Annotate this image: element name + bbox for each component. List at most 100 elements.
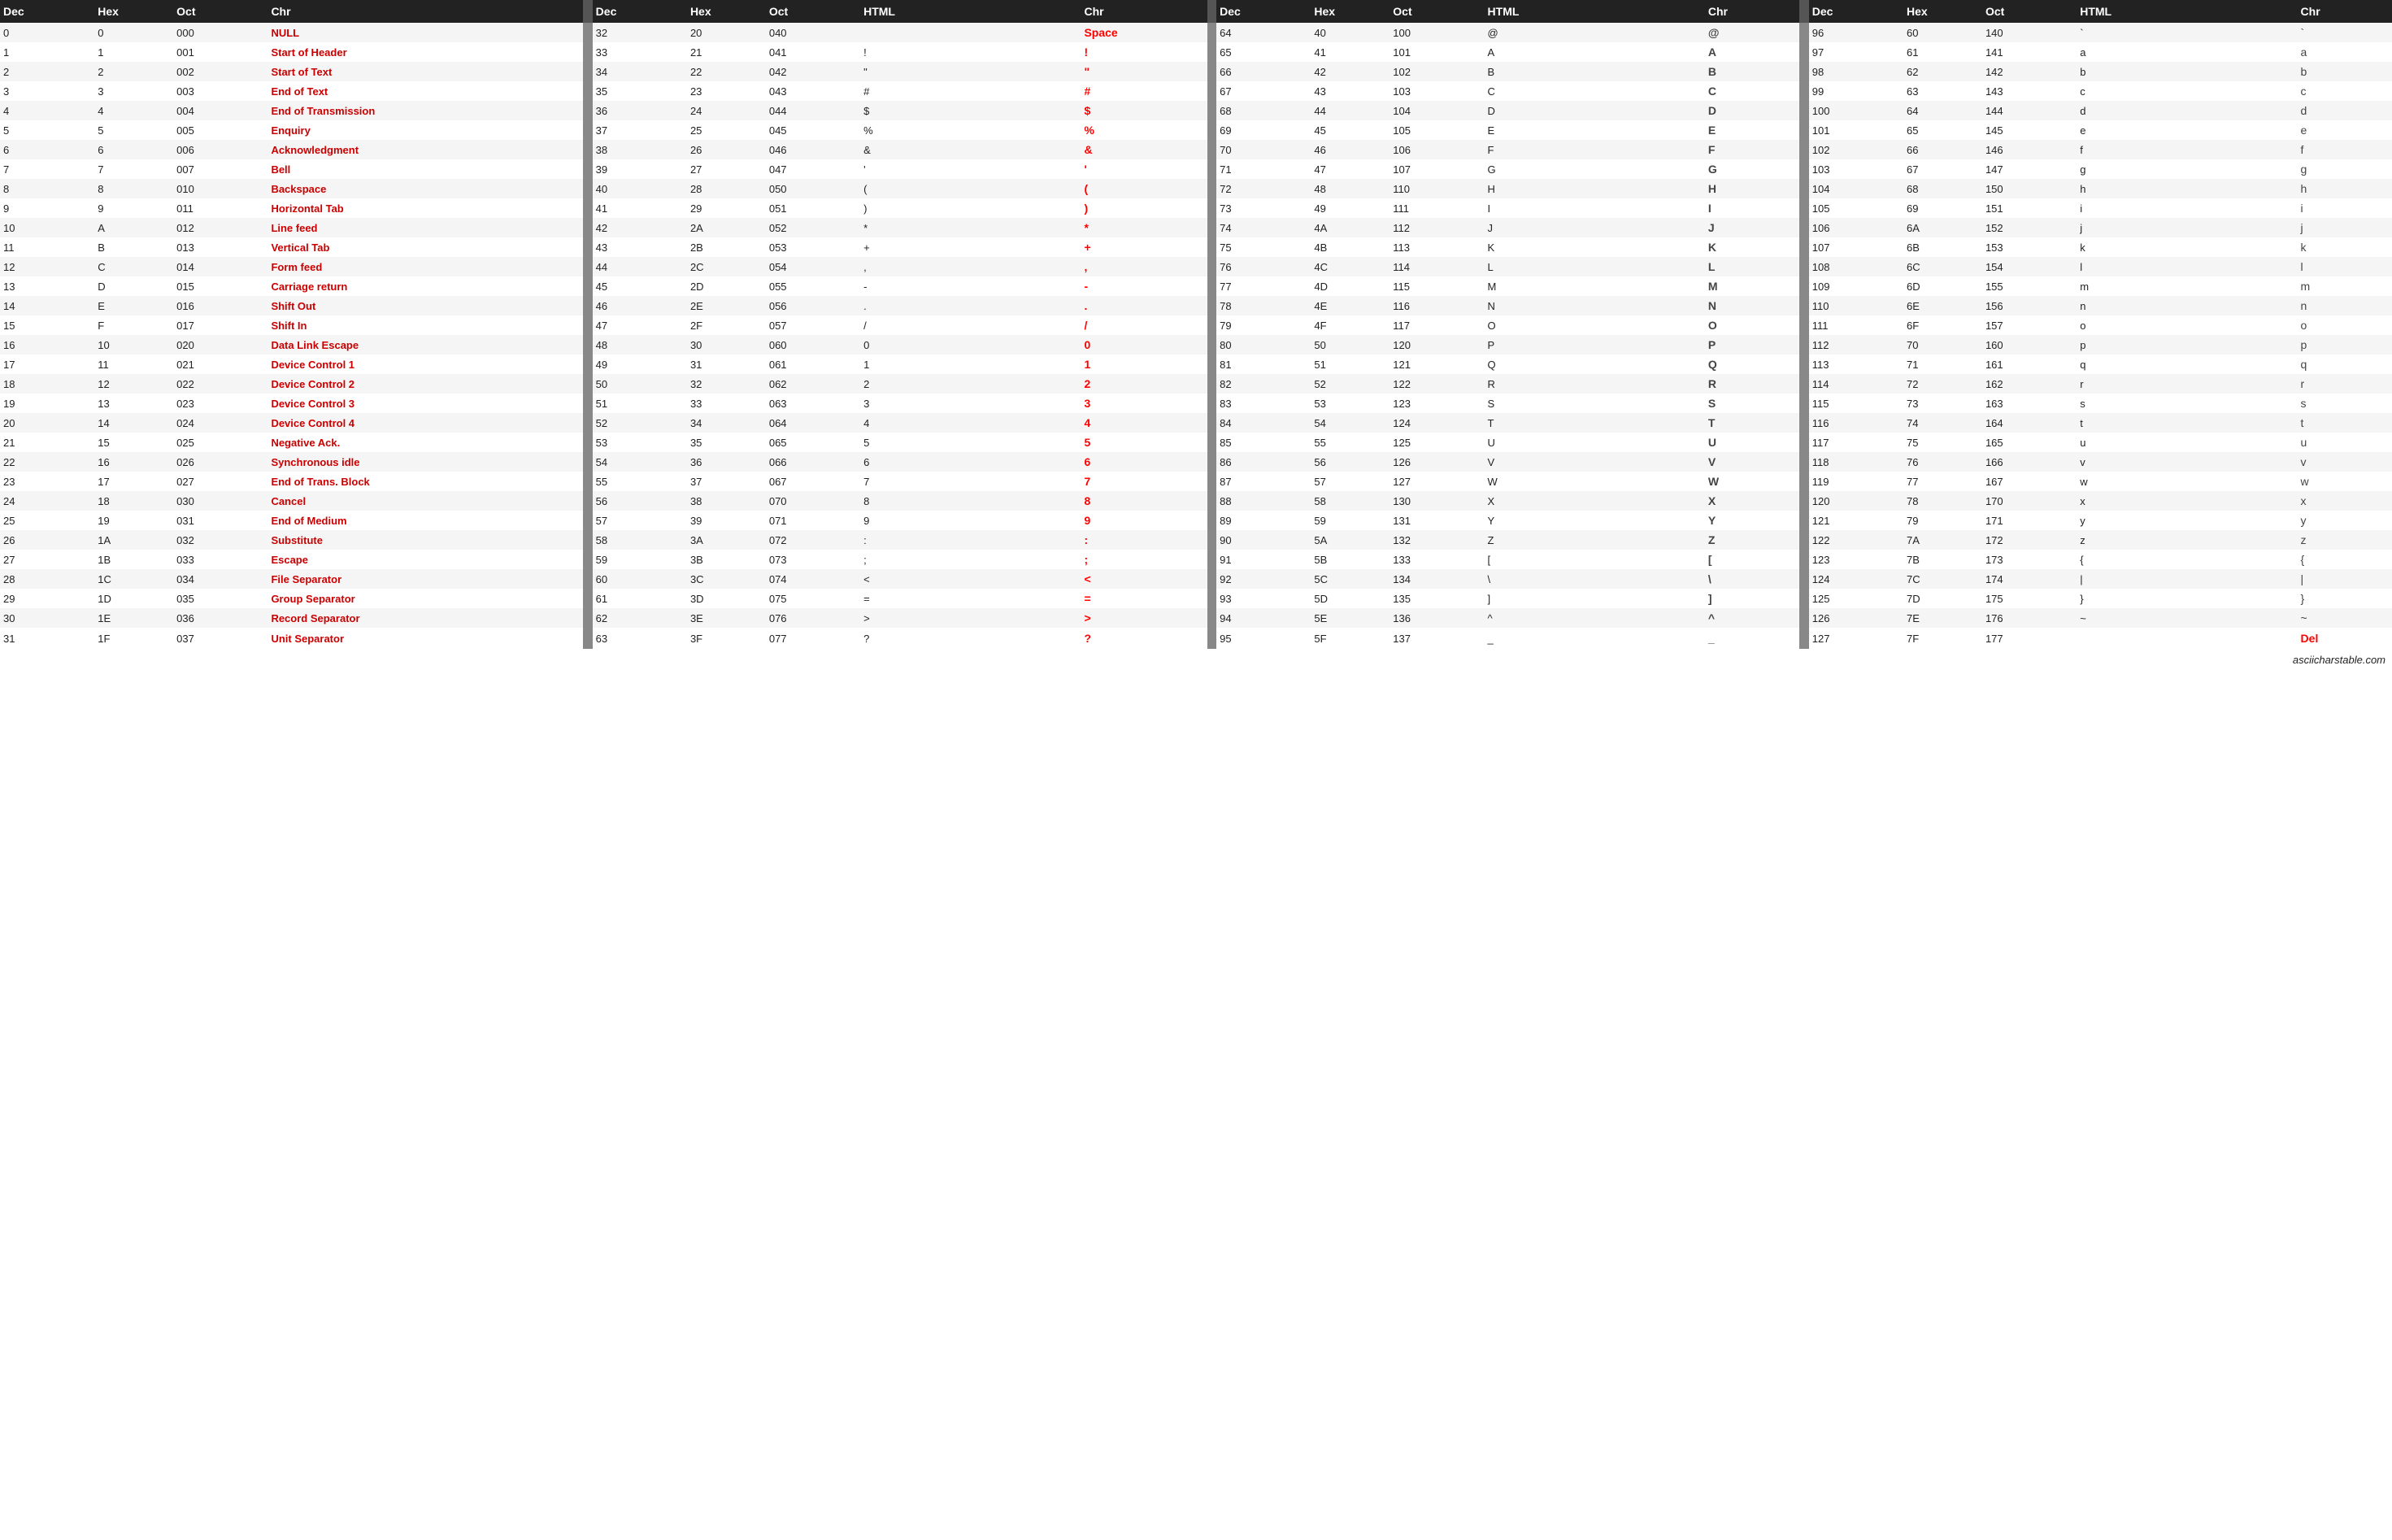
cell-html2: /	[860, 315, 1081, 335]
cell-oct3: 103	[1390, 81, 1484, 101]
cell-chr2: 7	[1081, 472, 1207, 491]
separator-cell2	[1207, 81, 1217, 101]
cell-name1: Backspace	[267, 179, 583, 198]
cell-hex4: 7B	[1903, 550, 1982, 569]
cell-name1: Vertical Tab	[267, 237, 583, 257]
cell-html3: ]	[1485, 589, 1705, 608]
cell-name1: End of Text	[267, 81, 583, 101]
table-row: 2317027End of Trans. Block55370677787571…	[0, 472, 2392, 491]
cell-oct1: 010	[173, 179, 267, 198]
cell-chr4: u	[2298, 433, 2392, 452]
cell-oct1: 011	[173, 198, 267, 218]
separator-cell2	[1207, 335, 1217, 355]
cell-chr4: n	[2298, 296, 2392, 315]
separator-cell3	[1799, 159, 1809, 179]
cell-html2: 1	[860, 355, 1081, 374]
cell-html2	[860, 23, 1081, 42]
cell-html3: Y	[1485, 511, 1705, 530]
table-row: 22002Start of Text3422042""6642102BB9862…	[0, 62, 2392, 81]
cell-html3: D	[1485, 101, 1705, 120]
cell-hex1: 16	[94, 452, 173, 472]
cell-dec1: 18	[0, 374, 94, 394]
cell-html3: F	[1485, 140, 1705, 159]
cell-hex1: B	[94, 237, 173, 257]
cell-oct3: 116	[1390, 296, 1484, 315]
table-header-row: Dec Hex Oct Chr Dec Hex Oct HTML Chr Dec…	[0, 0, 2392, 23]
cell-dec4: 101	[1809, 120, 1903, 140]
cell-oct3: 133	[1390, 550, 1484, 569]
cell-dec1: 30	[0, 608, 94, 628]
cell-hex2: 38	[687, 491, 766, 511]
cell-oct2: 040	[766, 23, 860, 42]
cell-hex1: 0	[94, 23, 173, 42]
header-hex4: Hex	[1903, 0, 1982, 23]
cell-oct4: 150	[1982, 179, 2077, 198]
separator-cell3	[1799, 120, 1809, 140]
cell-name1: Start of Header	[267, 42, 583, 62]
cell-oct4: 165	[1982, 433, 2077, 452]
cell-dec4: 126	[1809, 608, 1903, 628]
cell-oct2: 047	[766, 159, 860, 179]
cell-dec3: 64	[1216, 23, 1311, 42]
separator-cell	[583, 62, 593, 81]
cell-oct2: 074	[766, 569, 860, 589]
cell-name1: Cancel	[267, 491, 583, 511]
separator-cell3	[1799, 296, 1809, 315]
cell-oct3: 123	[1390, 394, 1484, 413]
cell-html2: *	[860, 218, 1081, 237]
cell-dec1: 26	[0, 530, 94, 550]
cell-hex1: 14	[94, 413, 173, 433]
cell-oct4: 160	[1982, 335, 2077, 355]
cell-chr2: -	[1081, 276, 1207, 296]
header-html4: HTML	[2077, 0, 2297, 23]
cell-chr2: ;	[1081, 550, 1207, 569]
cell-hex1: 9	[94, 198, 173, 218]
cell-chr4: Del	[2298, 628, 2392, 649]
cell-hex1: 12	[94, 374, 173, 394]
cell-chr2: $	[1081, 101, 1207, 120]
cell-oct1: 002	[173, 62, 267, 81]
separator-cell3	[1799, 608, 1809, 628]
cell-oct1: 022	[173, 374, 267, 394]
cell-oct3: 125	[1390, 433, 1484, 452]
cell-oct2: 055	[766, 276, 860, 296]
cell-html3: T	[1485, 413, 1705, 433]
cell-oct3: 127	[1390, 472, 1484, 491]
cell-hex2: 2A	[687, 218, 766, 237]
table-row: 261A032Substitute583A072::905A132ZZ1227A…	[0, 530, 2392, 550]
cell-html2: 0	[860, 335, 1081, 355]
separator-cell2	[1207, 296, 1217, 315]
cell-oct2: 062	[766, 374, 860, 394]
separator-cell	[583, 530, 593, 550]
cell-hex2: 3F	[687, 628, 766, 649]
cell-dec2: 49	[593, 355, 687, 374]
cell-dec1: 4	[0, 101, 94, 120]
cell-hex3: 4A	[1311, 218, 1390, 237]
cell-hex4: 70	[1903, 335, 1982, 355]
cell-oct4: 174	[1982, 569, 2077, 589]
cell-oct4: 170	[1982, 491, 2077, 511]
cell-oct1: 012	[173, 218, 267, 237]
separator-cell	[583, 296, 593, 315]
cell-html4: ~	[2077, 608, 2297, 628]
table-row: 33003End of Text3523043##6743103CC996314…	[0, 81, 2392, 101]
cell-chr3: Z	[1705, 530, 1799, 550]
separator-cell3	[1799, 101, 1809, 120]
cell-chr4: y	[2298, 511, 2392, 530]
cell-chr4: t	[2298, 413, 2392, 433]
cell-oct1: 035	[173, 589, 267, 608]
cell-dec2: 59	[593, 550, 687, 569]
cell-oct3: 135	[1390, 589, 1484, 608]
cell-oct1: 037	[173, 628, 267, 649]
cell-html4: m	[2077, 276, 2297, 296]
cell-html2: 3	[860, 394, 1081, 413]
cell-html2: ;	[860, 550, 1081, 569]
cell-oct1: 015	[173, 276, 267, 296]
cell-name1: Start of Text	[267, 62, 583, 81]
cell-html4: w	[2077, 472, 2297, 491]
cell-name1: End of Transmission	[267, 101, 583, 120]
cell-oct3: 121	[1390, 355, 1484, 374]
cell-hex2: 37	[687, 472, 766, 491]
separator-cell3	[1799, 374, 1809, 394]
cell-hex2: 30	[687, 335, 766, 355]
